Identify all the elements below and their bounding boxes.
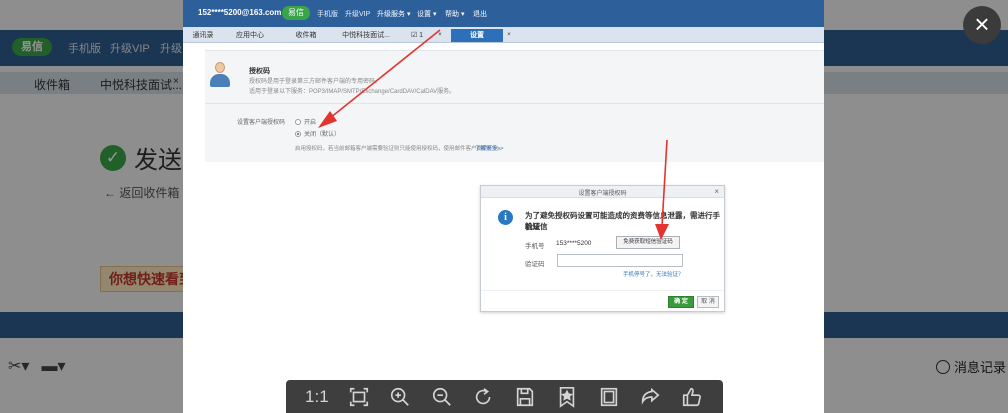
radio-on-icon [295, 130, 301, 137]
zoom-out-button[interactable] [426, 382, 458, 412]
zoom-out-icon [432, 387, 451, 406]
info-icon: i [498, 210, 513, 225]
image-nav-service: 升级服务 ▾ [377, 11, 411, 18]
actual-size-button[interactable]: 1:1 [301, 382, 333, 412]
fit-window-button[interactable] [343, 382, 375, 412]
image-tab-contacts: 通讯录 [192, 32, 214, 39]
share-button[interactable] [634, 382, 666, 412]
window-button[interactable] [593, 382, 625, 412]
image-tab-apps: 应用中心 [236, 32, 264, 39]
dialog-title: 设置客户端授权码 [578, 191, 627, 197]
viewer-toolbar: 1:1 [286, 380, 723, 413]
image-nav-mobile: 手机版 [317, 11, 338, 18]
image-nav-vip: 升级VIP [345, 11, 371, 18]
bookmark-star-icon [559, 386, 575, 408]
code-input [557, 254, 683, 267]
dialog-close-icon: × [714, 187, 719, 196]
panel-divider [205, 103, 824, 104]
share-icon [642, 387, 660, 405]
save-icon [517, 387, 534, 406]
dialog-footer-divider [481, 290, 724, 291]
one-to-one-icon: 1:1 [305, 386, 329, 406]
lost-phone-link: 手机停号了，无法验证？ [623, 272, 684, 278]
zoom-in-icon [391, 387, 410, 406]
image-tab-inbox: 收件箱 [295, 32, 317, 39]
phone-label: 手机号 [525, 243, 545, 250]
image-tab-bar [183, 27, 824, 43]
dialog-message-line2: 验证 [525, 222, 540, 231]
fit-window-icon [349, 387, 368, 406]
get-sms-code-button: 免费获取短信验证码 [616, 236, 680, 249]
zoom-in-button[interactable] [384, 382, 416, 412]
dialog-message-line1: 为了避免授权码设置可能造成的资费等信息泄露，需进行手机短信 [525, 211, 720, 231]
save-button[interactable] [509, 382, 541, 412]
auth-option-off: 关闭（默认） [295, 129, 340, 138]
thumbs-up-icon [682, 387, 701, 406]
auth-note: 启用授权码，若当前邮箱客户端需要验证则只能使用授权码，使用邮件客户端更安全。 [295, 146, 505, 152]
code-label: 验证码 [525, 261, 545, 268]
rotate-button[interactable] [468, 382, 500, 412]
auth-option-on: 开启 [295, 117, 316, 126]
image-tab-close-icon: × [438, 32, 442, 38]
radio-off-icon [295, 118, 301, 125]
viewed-image: 152****5200@163.com ▾ 易信 手机版 升级VIP 升级服务 … [183, 0, 824, 413]
image-nav-help: 帮助 ▾ [445, 11, 465, 18]
image-tab-settings: 设置 [451, 29, 503, 42]
image-tab-interview: 中悦科技面试... [342, 32, 390, 39]
frame-icon [600, 387, 617, 406]
image-tab-close-icon: × [507, 32, 511, 38]
like-button[interactable] [676, 382, 708, 412]
close-viewer-button[interactable]: × [963, 6, 1001, 44]
favorite-button[interactable] [551, 382, 583, 412]
auth-description-1: 授权码是用于登录第三方邮件客户端的专用密码。 [249, 79, 382, 85]
phone-value: 153****5200 [556, 240, 592, 247]
image-nav-logout: 退出 [473, 11, 487, 18]
auth-title: 授权码 [249, 68, 270, 75]
sms-verify-dialog: 设置客户端授权码 × i 为了避免授权码设置可能造成的资费等信息泄露，需进行手机… [480, 185, 725, 312]
image-nav-settings: 设置 ▾ [417, 11, 437, 18]
image-brand-logo: 易信 [282, 6, 310, 20]
image-tab-compose: ☑ 1 [410, 32, 424, 39]
image-account: 152****5200@163.com ▾ [198, 8, 288, 17]
rotate-icon [475, 387, 490, 404]
auth-more-link: 了解更多>> [475, 146, 504, 152]
auth-description-2: 适用于登录以下服务：POP3/IMAP/SMTP/Exchange/CardDA… [249, 89, 456, 95]
auth-setting-label: 设置客户端授权码 [237, 120, 286, 126]
dialog-cancel-button: 取 消 [697, 296, 719, 308]
user-avatar-icon [208, 60, 232, 88]
dialog-ok-button: 确 定 [668, 296, 694, 308]
